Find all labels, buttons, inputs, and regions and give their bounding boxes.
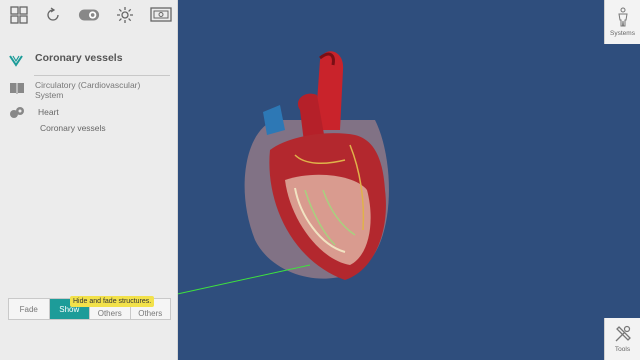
systems-button[interactable]: Systems xyxy=(604,0,640,44)
settings-gear-icon[interactable] xyxy=(114,5,136,25)
structure-label[interactable]: Coronary vessels xyxy=(40,123,106,133)
tools-button[interactable]: Tools xyxy=(604,318,640,360)
tooltip: Hide and fade structures. xyxy=(70,296,155,307)
view-toggle-icon[interactable] xyxy=(78,5,100,25)
system-label[interactable]: Circulatory (Cardiovascular) System xyxy=(35,80,170,100)
tools-icon xyxy=(615,325,631,342)
app-logo-icon xyxy=(9,55,23,67)
heart-3d-model[interactable] xyxy=(235,40,395,300)
breadcrumb-divider xyxy=(34,75,170,76)
reset-icon[interactable] xyxy=(42,5,64,25)
fade-button[interactable]: Fade xyxy=(9,299,50,319)
breadcrumb-title: Coronary vessels xyxy=(35,52,123,64)
toolbar xyxy=(0,0,178,32)
grid-menu-icon[interactable] xyxy=(8,5,30,25)
human-figure-icon xyxy=(617,7,628,27)
screenshot-icon[interactable] xyxy=(150,5,172,25)
organ-icon[interactable] xyxy=(9,106,25,120)
systems-label: Systems xyxy=(610,30,635,37)
tools-label: Tools xyxy=(614,346,631,353)
organ-label[interactable]: Heart xyxy=(38,107,59,117)
book-icon[interactable] xyxy=(9,82,25,94)
